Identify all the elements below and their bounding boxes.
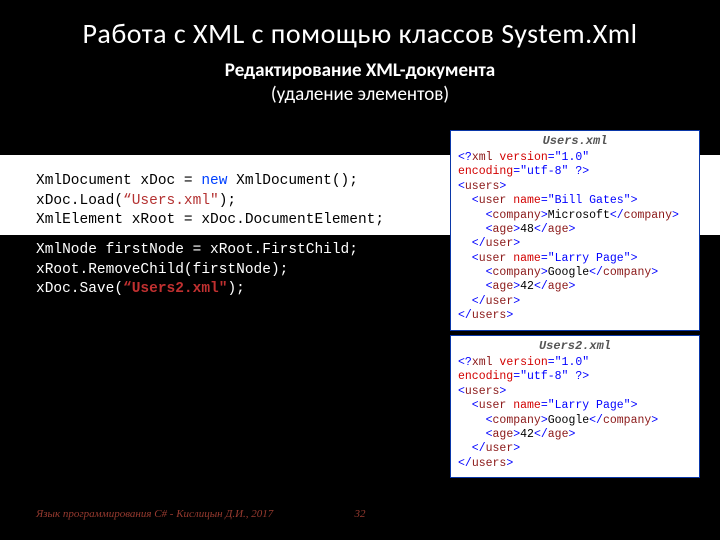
xml-line: <user name="Larry Page"> — [458, 399, 692, 413]
xml-line: </user> — [458, 295, 692, 309]
xml-line: <company>Google</company> — [458, 414, 692, 428]
code-block-lower: XmlNode firstNode = xRoot.FirstChild; xR… — [36, 241, 358, 300]
xml-box-users: Users.xml <?xml version="1.0" encoding="… — [450, 130, 700, 331]
xml-line: <age>42</age> — [458, 280, 692, 294]
xml-line: <user name="Larry Page"> — [458, 252, 692, 266]
slide-title: Работа с XML с помощью классов System.Xm… — [0, 0, 720, 51]
page-number: 32 — [355, 508, 366, 520]
xml-line: </users> — [458, 457, 692, 471]
slide: Работа с XML с помощью классов System.Xm… — [0, 0, 720, 540]
xml-box-header: Users.xml — [458, 134, 692, 149]
slide-subsubtitle: (удаление элементов) — [0, 83, 720, 106]
xml-line: <company>Google</company> — [458, 266, 692, 280]
xml-box-users2: Users2.xml <?xml version="1.0" encoding=… — [450, 335, 700, 478]
xml-box-header: Users2.xml — [458, 339, 692, 354]
xml-line: </user> — [458, 237, 692, 251]
slide-subtitle: Редактирование XML-документа — [0, 59, 720, 82]
footer-text: Язык программирования C# - Кислицын Д.И.… — [36, 508, 273, 520]
xml-line: <company>Microsoft</company> — [458, 209, 692, 223]
code-block-upper: XmlDocument xDoc = new XmlDocument(); xD… — [36, 172, 384, 231]
xml-line: <users> — [458, 180, 692, 194]
xml-line: </users> — [458, 309, 692, 323]
xml-line: <?xml version="1.0" encoding="utf-8" ?> — [458, 151, 692, 180]
xml-line: </user> — [458, 442, 692, 456]
xml-line: <age>48</age> — [458, 223, 692, 237]
xml-line: <user name="Bill Gates"> — [458, 194, 692, 208]
xml-line: <?xml version="1.0" encoding="utf-8" ?> — [458, 356, 692, 385]
xml-line: <users> — [458, 385, 692, 399]
xml-line: <age>42</age> — [458, 428, 692, 442]
